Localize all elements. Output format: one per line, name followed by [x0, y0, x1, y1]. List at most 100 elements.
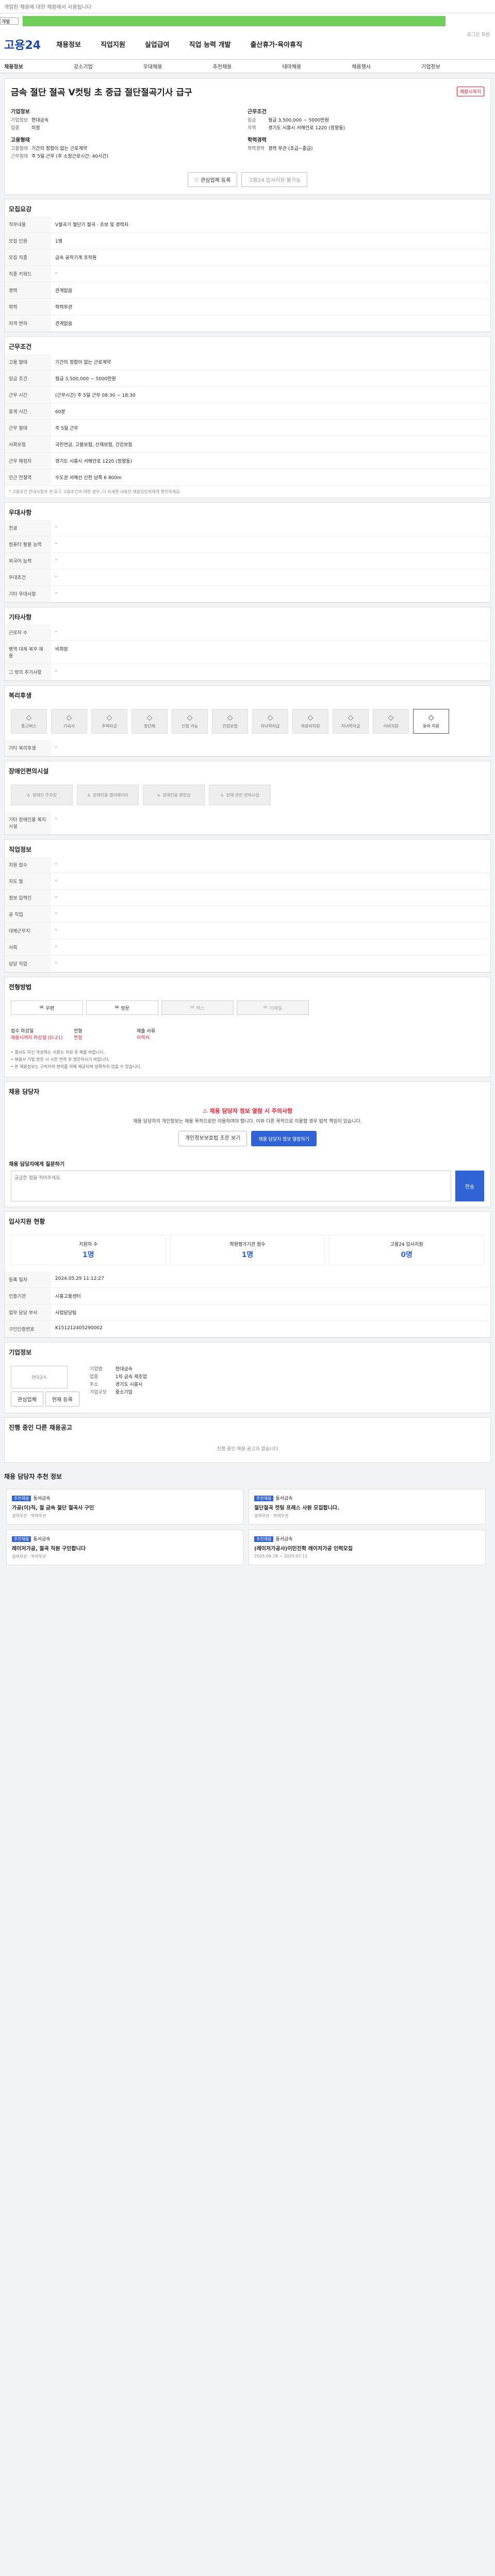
field-value: 경기도 시흥시: [115, 1382, 143, 1387]
row-value: 1명: [51, 232, 490, 249]
process-step: 전형 면접: [74, 1027, 130, 1041]
search-input[interactable]: [23, 16, 446, 26]
table-row: 등록 일자 2024.05.29 11:12:27: [5, 1272, 490, 1288]
field-value: 중소기업: [115, 1390, 133, 1395]
row-value: 월급 3,500,000 ~ 5000만원: [51, 370, 490, 387]
row-label: 정보 입력인: [5, 889, 51, 906]
welfare-grid: ◇ 통근버스 ◇ 기숙사 ◇ 주택자금 ◇ 정년제 ◇ 신청 가능 ◇ 건강보험 ◇ 자녀학자금 ◇ 의료비지…: [5, 703, 490, 740]
company-fav-button[interactable]: 관심업체: [11, 1392, 43, 1406]
row-label: 직종 키워드: [5, 265, 51, 282]
row-value: -: [51, 857, 490, 873]
send-question-button[interactable]: 전송: [455, 1171, 484, 1201]
work-table: 고용 형태 기간의 정함이 없는 근로계약 임금 조건 월급 3,500,000 ~ …: [5, 354, 490, 486]
method-icon: ✉: [39, 1005, 44, 1010]
accessibility-icon: ♿: [220, 792, 224, 798]
recruit-section: 모집요강 직무내용 V절곡기 절단기 절곡 · 초보 및 경력자 모집 인원 1명 모집…: [4, 199, 491, 332]
row-value: 2024.05.29 11:12:27: [51, 1272, 490, 1288]
recommend-card[interactable]: 추천채용 동서금속 (레이저가공사)이민진학 레이저가공 인력모집 2025.06.1…: [249, 1530, 486, 1565]
row-value: 국민연금, 고용보험, 산재보험, 건강보험: [51, 436, 490, 453]
recommend-title: 절단절곡 컷팅 프레스 사원 모집합니다.: [254, 1505, 339, 1511]
row-value: 관계없음: [51, 282, 490, 299]
disability-item: ♿ 장애인용 화장실: [143, 785, 205, 805]
row-label: 컴퓨터 활용 능력: [5, 536, 51, 553]
table-row: 모집 직종 금속 공작기계 조작원: [5, 249, 490, 266]
recommend-card[interactable]: 추천채용 동서금속 가공(이)직, 절 금속 절단 절곡사 구인 경력무관 · 학력무…: [6, 1489, 243, 1524]
disability-item: ♿ 장애인 주차장: [11, 785, 73, 805]
row-value: 주 5일 근무: [51, 419, 490, 436]
table-row: 모집 인원 1명: [5, 232, 490, 249]
row-value: 관계없음: [51, 315, 490, 332]
question-input[interactable]: [11, 1171, 451, 1201]
welfare-item: ◇ 기숙사: [51, 709, 87, 734]
nav-item-3[interactable]: 직업 능력 개발: [189, 39, 231, 49]
apply-method-3: ✉ 이메일: [237, 1001, 309, 1015]
method-label: 이메일: [269, 1006, 283, 1011]
pref-table: 전공 - 컴퓨터 활용 능력 - 외국어 능력 - 우대조건 - 기타 우대사항 -: [5, 520, 490, 602]
nav-item-0[interactable]: 채용정보: [56, 39, 81, 49]
process-notes: • 결시도 미신 작성하는 서류는 지원 후 제출 바랍니다. • 채용서 기업 …: [5, 1047, 490, 1077]
table-row: 직무내용 V절곡기 절단기 절곡 · 초보 및 경력자: [5, 216, 490, 233]
row-label: 사회: [5, 939, 51, 956]
site-logo[interactable]: 고용24: [4, 36, 41, 53]
row-value: -: [51, 265, 490, 282]
recommend-card[interactable]: 추천채용 동서금속 절단절곡 컷팅 프레스 사원 모집합니다. 경력무관 · 학력무관: [249, 1489, 486, 1524]
work-section: 근무조건 고용 형태 기간의 정함이 없는 근로계약 임금 조건 월급 3,500,0…: [4, 336, 491, 498]
recommend-card[interactable]: 추천채용 동서금속 레이저가공, 절곡 직원 구인합니다 경력무관 · 학력무관: [6, 1530, 243, 1565]
welfare-item: ◇ 정년제: [131, 709, 168, 734]
subnav-item-2[interactable]: 우대채용: [143, 62, 213, 70]
header-right-links[interactable]: 로그인 회원: [467, 31, 490, 38]
table-row: 사회 -: [5, 939, 490, 956]
welfare-icon: ◇: [348, 714, 354, 722]
subnav-item-5[interactable]: 채용행사: [352, 62, 421, 70]
recommend-company: 동서금속: [33, 1537, 51, 1542]
row-label: 근무 예정지: [5, 452, 51, 469]
subnav-item-6[interactable]: 기업정보: [421, 62, 491, 70]
method-icon: ✉: [263, 1005, 268, 1010]
accessibility-icon: ♿: [157, 792, 161, 798]
nav-item-2[interactable]: 실업급여: [145, 39, 170, 49]
company-register-button[interactable]: 현재 등록: [45, 1392, 79, 1406]
welfare-icon: ◇: [307, 714, 314, 722]
row-label: 고용 형태: [5, 354, 51, 370]
field-label: 주소: [89, 1382, 98, 1387]
apply-stat: 고용24 입사지원 0명: [329, 1235, 485, 1265]
view-contact-button[interactable]: 채용 담당자 정보 열람하기: [251, 1131, 317, 1146]
row-label: 등록 일자: [5, 1272, 51, 1288]
subnav-item-4[interactable]: 테마채용: [282, 62, 352, 70]
row-label: 지도 형: [5, 873, 51, 890]
row-value: -: [51, 569, 490, 586]
region-value: 경기도 시흥시 서해안로 1220 (정왕동): [268, 126, 345, 131]
nav-item-4[interactable]: 출산휴가·육아휴직: [250, 39, 302, 49]
row-label: 근무 형태: [5, 419, 51, 436]
row-label: 휴게 시간: [5, 403, 51, 420]
favorite-company-button[interactable]: ♡ 관심업체 등록: [187, 172, 238, 187]
subnav-item-1[interactable]: 강소기업: [74, 62, 143, 70]
table-row: 학력 학력무관: [5, 298, 490, 315]
stat-value: 1명: [241, 1251, 254, 1259]
row-label: 경력: [5, 282, 51, 299]
recommend-title: (레이저가공사)이민진학 레이저가공 인력모집: [254, 1546, 353, 1552]
apply-button[interactable]: 고용24 입사지원 불가능: [241, 172, 308, 187]
table-row: 컴퓨터 활용 능력 -: [5, 536, 490, 553]
subnav-item-3[interactable]: 추천채용: [213, 62, 283, 70]
welfare-item: ◇ 자녀학자금: [333, 709, 369, 734]
job-title: 금속 절단 절곡 V컷팅 초 중급 절단절곡기사 급구: [11, 88, 192, 98]
field-value: 1차 금속 제조업: [115, 1375, 147, 1380]
welfare-label: 건강보험: [222, 724, 238, 728]
table-row: 휴게 시간 60분: [5, 403, 490, 420]
privacy-law-button[interactable]: 개인정보보호법 조문 보기: [178, 1131, 248, 1146]
company-section: 기업정보 현대금속 관심업체 현재 등록 기업명 현대금속 업종 1차 금속 제조업 주…: [4, 1342, 491, 1413]
subnav-item-0[interactable]: 채용정보: [4, 62, 74, 70]
table-row: 근무 시간 (근무시간) 주 5일 근무 08:30 ~ 18:30: [5, 386, 490, 403]
row-value: -: [51, 873, 490, 890]
row-value: -: [51, 552, 490, 569]
company-field: 업종 1차 금속 제조업: [90, 1374, 147, 1381]
welfare-label: 기숙사: [63, 724, 75, 728]
job-summary-card: 금속 절단 절곡 V컷팅 초 중급 절단절곡기사 급구 채용시까지 기업정보 기…: [4, 78, 491, 195]
top-select[interactable]: 개발: [0, 18, 19, 25]
nav-item-1[interactable]: 직업지원: [101, 39, 125, 49]
disability-section: 장애인편의시설 ♿ 장애인 주차장 ♿ 장애인용 엘리베이터 ♿ 장애인용 화장실 ♿ 장애 …: [4, 761, 491, 835]
table-row: 인근 전철역 수도권 서해선 신천 남쪽 6 800m: [5, 469, 490, 486]
row-label: 자격 면허: [5, 315, 51, 332]
apply-method-2: ✉ 팩스: [161, 1001, 234, 1015]
